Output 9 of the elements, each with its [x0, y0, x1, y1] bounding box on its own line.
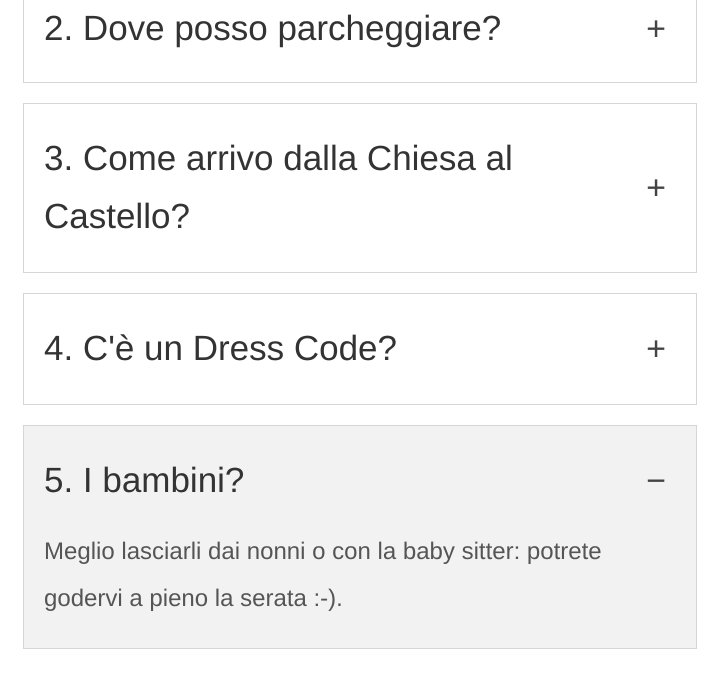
expand-button[interactable]: + [636, 330, 676, 368]
collapse-button[interactable]: − [636, 462, 676, 500]
expand-button[interactable]: + [636, 10, 676, 48]
faq-answer: Meglio lasciarli dai nonni o con la baby sitter: potrete godervi a pieno la serata :-). [43, 537, 603, 614]
faq-question[interactable]: 5. I bambini? [44, 452, 244, 510]
faq-question[interactable]: 2. Dove posso parcheggiare? [44, 0, 502, 58]
expand-button[interactable]: + [636, 168, 676, 208]
faq-question[interactable]: 3. Come arrivo dalla Chiesa al Castello? [44, 130, 614, 246]
faq-question[interactable]: 4. C'è un Dress Code? [44, 320, 397, 378]
